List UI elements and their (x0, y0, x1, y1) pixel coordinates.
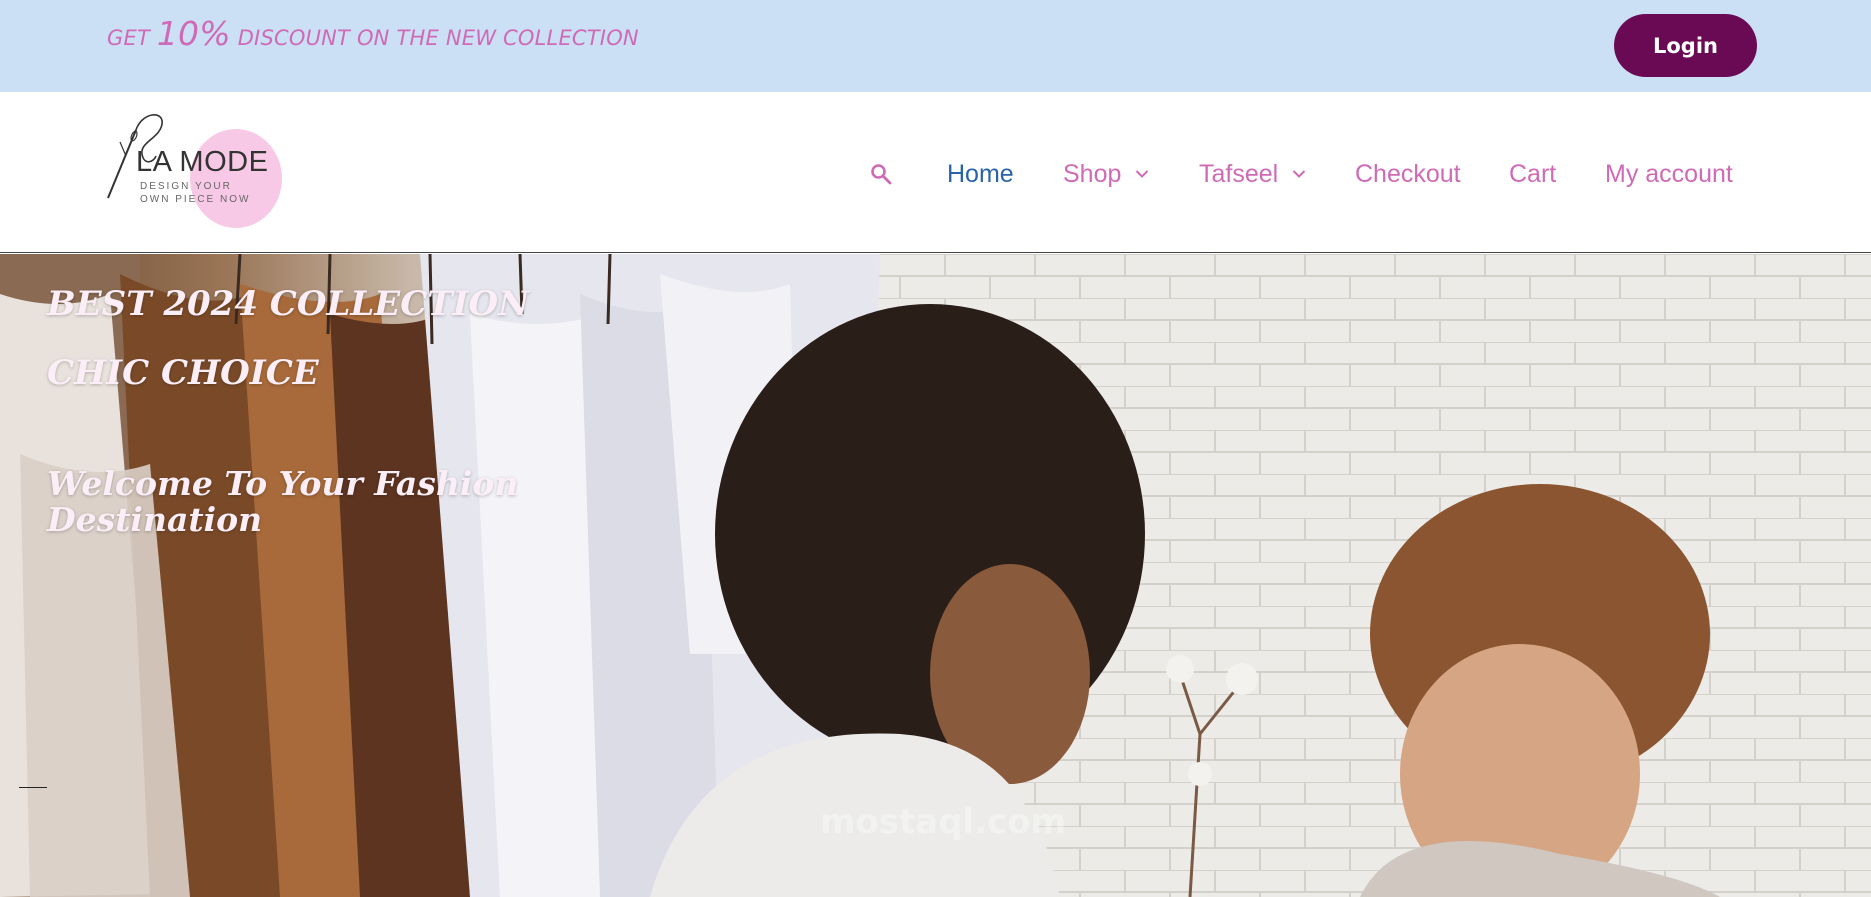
hero-background-image (0, 254, 1871, 897)
nav-item-shop[interactable]: Shop (1063, 154, 1149, 194)
promo-prefix: GET (107, 26, 157, 50)
promo-highlight: 10% (156, 14, 231, 53)
login-button[interactable]: Login (1614, 14, 1757, 77)
slider-indicator[interactable] (19, 787, 47, 788)
promo-suffix: DISCOUNT ON THE NEW COLLECTION (230, 26, 639, 50)
nav-item-tafseel[interactable]: Tafseel (1199, 154, 1306, 194)
site-header: LA MODE DESIGN YOUR OWN PIECE NOW Home S… (0, 92, 1871, 253)
hero-welcome: Welcome To Your Fashion Destination (47, 464, 519, 539)
nav-item-label: Checkout (1355, 159, 1461, 188)
hero-title-line1: BEST 2024 COLLECTION (47, 284, 530, 324)
hero-title-line2: CHIC CHOICE (47, 353, 319, 393)
nav-item-label: Shop (1063, 159, 1122, 188)
nav-search-button[interactable] (869, 154, 893, 194)
chevron-down-icon (1136, 170, 1149, 178)
nav-item-home[interactable]: Home (947, 154, 1014, 194)
promo-bar: GET 10% DISCOUNT ON THE NEW COLLECTION L… (0, 0, 1871, 92)
nav-item-cart[interactable]: Cart (1509, 154, 1556, 194)
nav-item-label: My account (1605, 159, 1733, 188)
nav-item-label: Cart (1509, 159, 1557, 188)
hero-banner: BEST 2024 COLLECTION CHIC CHOICE Welcome… (0, 254, 1871, 897)
watermark: mostaql.com (820, 802, 1067, 842)
search-icon (871, 164, 892, 185)
main-nav: Home Shop Tafseel Checkout Cart My accou… (0, 154, 1871, 194)
promo-text: GET 10% DISCOUNT ON THE NEW COLLECTION (107, 14, 639, 53)
nav-item-my-account[interactable]: My account (1605, 154, 1733, 194)
nav-item-label: Home (947, 159, 1014, 188)
logo-tagline-line2: OWN PIECE NOW (140, 194, 251, 205)
nav-item-checkout[interactable]: Checkout (1355, 154, 1461, 194)
nav-item-label: Tafseel (1199, 159, 1279, 188)
chevron-down-icon (1293, 170, 1306, 178)
